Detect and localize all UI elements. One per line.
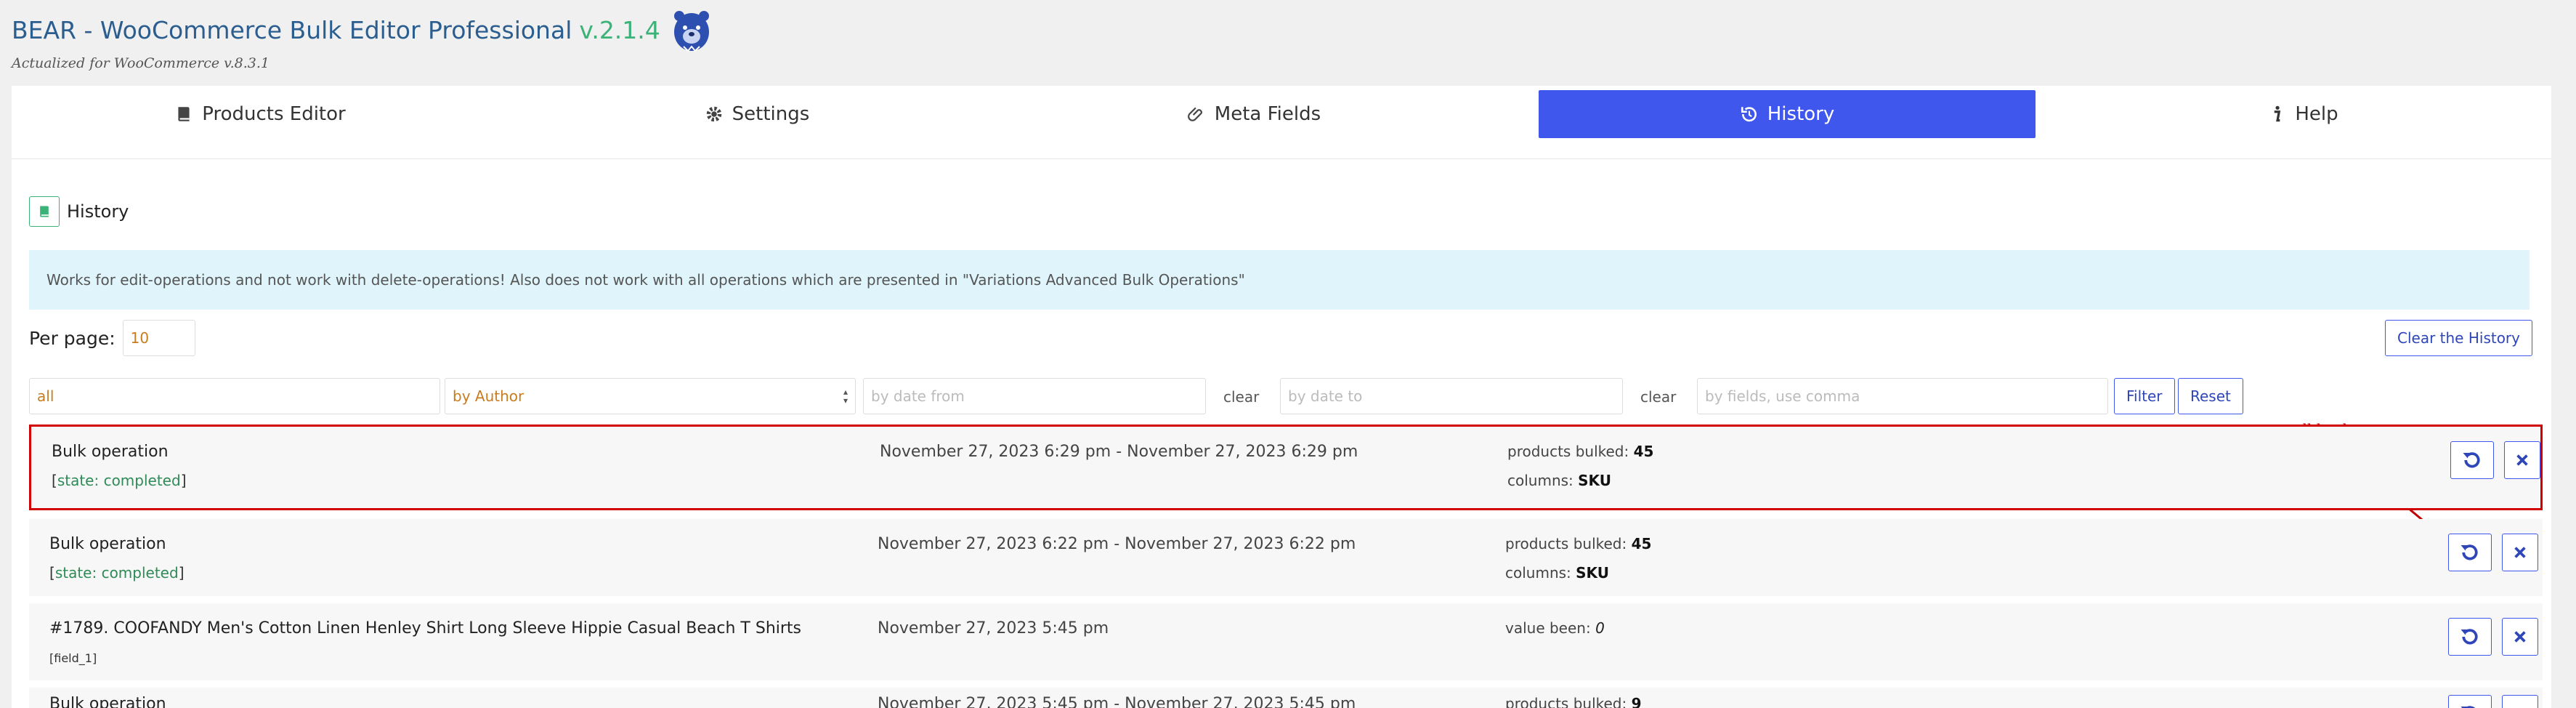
author-select-value: by Author xyxy=(453,387,524,405)
bear-logo-icon xyxy=(673,11,709,52)
row-meta-products: products bulked: 9 xyxy=(1505,695,1642,708)
tab-bar: Products Editor Settings Meta Fields His… xyxy=(12,86,2551,159)
paperclip-icon xyxy=(1187,107,1202,121)
row-title: #1789. COOFANDY Men's Cotton Linen Henle… xyxy=(49,619,802,637)
meta-label: products bulked: xyxy=(1505,535,1627,552)
filter-button[interactable]: Filter xyxy=(2114,378,2175,414)
row-meta-products: products bulked: 45 xyxy=(1507,443,1653,460)
date-from-input[interactable] xyxy=(863,378,1206,414)
roll-back-button[interactable] xyxy=(2450,441,2494,479)
tab-label: History xyxy=(1767,103,1835,125)
row-title: Bulk operation xyxy=(49,535,166,553)
undo-icon xyxy=(2460,544,2478,560)
row-meta-value: value been: 0 xyxy=(1505,619,1605,637)
select-arrows-icon: ▴ ▾ xyxy=(843,387,848,406)
app-subtitle: Actualized for WooCommerce v.8.3.1 xyxy=(12,55,270,71)
app-title: BEAR - WooCommerce Bulk Editor Professio… xyxy=(12,16,572,44)
row-title: Bulk operation xyxy=(49,695,166,708)
roll-back-button[interactable] xyxy=(2448,695,2492,708)
history-row: Bulk operation [state: completed] Novemb… xyxy=(29,425,2543,510)
delete-button[interactable] xyxy=(2502,534,2538,571)
date-to-clear-link[interactable]: clear xyxy=(1640,388,1676,406)
state-text: state: completed xyxy=(57,472,181,489)
close-icon xyxy=(2514,547,2526,558)
tab-label: Products Editor xyxy=(202,103,346,125)
row-title: Bulk operation xyxy=(52,443,169,461)
gear-icon xyxy=(706,106,721,122)
fields-filter-input[interactable] xyxy=(1697,378,2108,414)
meta-value: 45 xyxy=(1631,535,1652,552)
tab-label: Settings xyxy=(732,103,810,125)
info-notice: Works for edit-operations and not work w… xyxy=(29,250,2530,310)
row-state: [state: completed] xyxy=(49,564,185,582)
tab-meta-fields[interactable]: Meta Fields xyxy=(1005,90,1502,138)
delete-button[interactable] xyxy=(2502,618,2538,656)
info-icon xyxy=(2275,105,2281,122)
operation-filter-input[interactable] xyxy=(29,378,440,414)
undo-icon xyxy=(2460,706,2476,708)
meta-label: value been: xyxy=(1505,619,1591,637)
section-header: History xyxy=(29,196,129,227)
meta-value: 0 xyxy=(1595,619,1605,637)
date-to-input[interactable] xyxy=(1280,378,1623,414)
history-row: Bulk operation November 27, 2023 5:45 pm… xyxy=(29,688,2543,708)
main-panel: Products Editor Settings Meta Fields His… xyxy=(12,86,2551,708)
tab-label: Meta Fields xyxy=(1214,103,1321,125)
section-title: History xyxy=(67,201,129,222)
reset-button[interactable]: Reset xyxy=(2178,378,2243,414)
meta-value: SKU xyxy=(1578,472,1611,489)
app-version: v.2.1.4 xyxy=(579,16,660,44)
meta-value: 45 xyxy=(1633,443,1654,460)
row-date: November 27, 2023 6:22 pm - November 27,… xyxy=(878,535,1356,553)
tab-label: Help xyxy=(2295,103,2338,125)
meta-label: products bulked: xyxy=(1505,695,1627,708)
meta-label: columns: xyxy=(1505,564,1571,582)
delete-button[interactable] xyxy=(2502,695,2538,708)
author-select[interactable]: by Author ▴ ▾ xyxy=(445,378,856,414)
app-header: BEAR - WooCommerce Bulk Editor Professio… xyxy=(12,7,714,71)
tab-help[interactable]: Help xyxy=(2054,90,2551,138)
row-date: November 27, 2023 5:45 pm xyxy=(878,619,1109,637)
history-row: #1789. COOFANDY Men's Cotton Linen Henle… xyxy=(29,603,2543,680)
per-page: Per page: xyxy=(29,320,195,356)
tab-settings[interactable]: Settings xyxy=(509,90,1005,138)
per-page-input[interactable] xyxy=(122,320,195,356)
meta-label: columns: xyxy=(1507,472,1573,489)
meta-value: 9 xyxy=(1631,695,1642,708)
roll-back-button[interactable] xyxy=(2448,534,2492,571)
date-from-clear-link[interactable]: clear xyxy=(1223,388,1259,406)
row-meta-columns: columns: SKU xyxy=(1507,472,1611,489)
row-meta-products: products bulked: 45 xyxy=(1505,535,1651,552)
undo-icon xyxy=(2460,629,2478,645)
close-icon xyxy=(2514,631,2526,643)
row-meta-columns: columns: SKU xyxy=(1505,564,1609,582)
clear-history-button[interactable]: Clear the History xyxy=(2385,320,2532,356)
delete-button[interactable] xyxy=(2504,441,2540,479)
filter-bar: by Author ▴▾ clear clear Filter Reset xyxy=(29,378,2543,416)
row-state: [state: completed] xyxy=(52,472,187,489)
book-icon xyxy=(178,107,190,121)
meta-label: products bulked: xyxy=(1507,443,1629,460)
history-row: Bulk operation [state: completed] Novemb… xyxy=(29,519,2543,596)
roll-back-button[interactable] xyxy=(2448,618,2492,656)
row-date: November 27, 2023 5:45 pm - November 27,… xyxy=(878,695,1356,708)
tab-products-editor[interactable]: Products Editor xyxy=(12,90,509,138)
per-page-label: Per page: xyxy=(29,327,116,349)
meta-value: SKU xyxy=(1576,564,1609,582)
row-date: November 27, 2023 6:29 pm - November 27,… xyxy=(880,443,1358,461)
undo-icon xyxy=(2463,452,2480,468)
history-icon xyxy=(1741,107,1757,122)
row-field: [field_1] xyxy=(49,651,97,665)
book-icon xyxy=(29,196,60,227)
tab-history[interactable]: History xyxy=(1539,90,2036,138)
state-text: state: completed xyxy=(54,564,179,582)
close-icon xyxy=(2516,454,2528,466)
